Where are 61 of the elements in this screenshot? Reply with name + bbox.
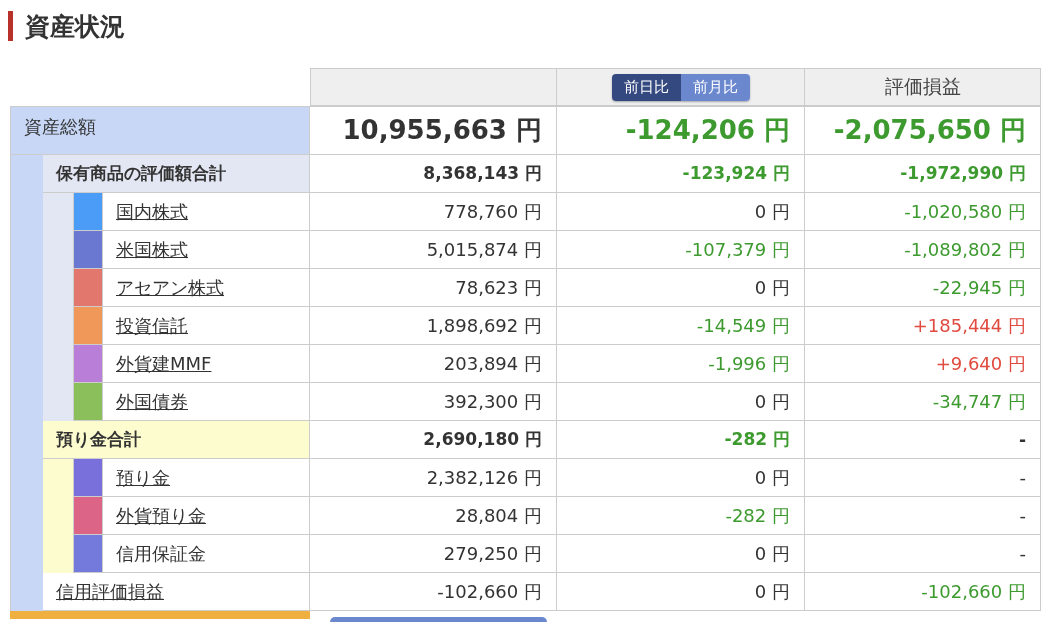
change-cell: 0 円	[557, 535, 805, 573]
pnl-cell: -1,089,802 円	[805, 231, 1041, 269]
link[interactable]: 外貨建MMF	[116, 351, 212, 376]
group-stripe	[43, 193, 73, 231]
link[interactable]: 外国債券	[116, 389, 188, 414]
amount-cell: 1,898,692 円	[310, 307, 557, 345]
row-label: 預り金合計	[43, 421, 310, 459]
pnl-cell: -	[805, 535, 1041, 573]
pnl-cell: -1,020,580 円	[805, 193, 1041, 231]
link[interactable]: 信用評価損益	[56, 579, 164, 604]
change-cell: -14,549 円	[557, 307, 805, 345]
tab[interactable]: 前日比	[611, 73, 681, 101]
amount-cell: 10,955,663 円	[310, 106, 557, 155]
change-cell: -1,996 円	[557, 345, 805, 383]
amount-cell: 78,623 円	[310, 269, 557, 307]
section-title: 資産状況	[25, 10, 125, 43]
change-cell: -282 円	[557, 421, 805, 459]
pnl-cell: -	[805, 421, 1041, 459]
amount-cell: 8,368,143 円	[310, 155, 557, 193]
group-stripe	[43, 535, 73, 573]
pnl-cell: -22,945 円	[805, 269, 1041, 307]
pnl-cell: -	[805, 459, 1041, 497]
pnl-cell: +185,444 円	[805, 307, 1041, 345]
group-stripe	[10, 155, 43, 193]
change-cell: 0 円	[557, 193, 805, 231]
link[interactable]: アセアン株式	[116, 275, 224, 300]
pnl-cell: -	[805, 497, 1041, 535]
link[interactable]: 米国株式	[116, 237, 188, 262]
change-cell: 0 円	[557, 269, 805, 307]
link[interactable]: 預り金	[116, 465, 170, 490]
title-accent-bar	[8, 11, 13, 41]
row-label: 信用保証金	[116, 541, 206, 566]
change-cell: 0 円	[557, 383, 805, 421]
amount-cell: 2,382,126 円	[310, 459, 557, 497]
amount-cell: 203,894 円	[310, 345, 557, 383]
change-cell: -124,206 円	[557, 106, 805, 155]
group-stripe	[43, 459, 73, 497]
column-header: 評価損益	[805, 68, 1041, 106]
row-label: 保有商品の評価額合計	[43, 155, 310, 193]
amount-cell: 279,250 円	[310, 535, 557, 573]
link[interactable]: 外貨預り金	[116, 503, 206, 528]
change-cell: -107,379 円	[557, 231, 805, 269]
pnl-cell: -1,972,990 円	[805, 155, 1041, 193]
amount-cell: 392,300 円	[310, 383, 557, 421]
amount-cell: -102,660 円	[310, 573, 557, 611]
amount-cell: 778,760 円	[310, 193, 557, 231]
pnl-cell: -102,660 円	[805, 573, 1041, 611]
amount-cell: 28,804 円	[310, 497, 557, 535]
change-cell: -123,924 円	[557, 155, 805, 193]
group-stripe	[43, 383, 73, 421]
link[interactable]: 国内株式	[116, 199, 188, 224]
amount-cell: 5,015,874 円	[310, 231, 557, 269]
link[interactable]: 投資信託	[116, 313, 188, 338]
pnl-cell: +9,640 円	[805, 345, 1041, 383]
pnl-cell: -34,747 円	[805, 383, 1041, 421]
change-cell: 0 円	[557, 459, 805, 497]
change-cell: -282 円	[557, 497, 805, 535]
change-cell: 0 円	[557, 573, 805, 611]
amount-cell: 2,690,180 円	[310, 421, 557, 459]
row-label: 資産総額	[10, 106, 310, 155]
pnl-cell: -2,075,650 円	[805, 106, 1041, 155]
